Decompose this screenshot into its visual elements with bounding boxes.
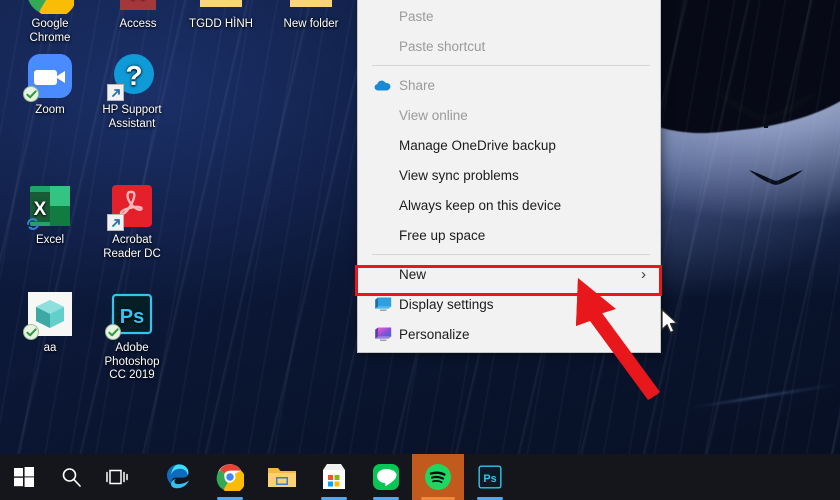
- hp-support-icon: ?: [107, 52, 156, 101]
- search-icon: [62, 468, 81, 487]
- context-menu-item-label: New: [399, 266, 427, 282]
- desktop-icon-zoom[interactable]: Zoom: [4, 52, 96, 118]
- context-menu-item-share[interactable]: Share: [358, 70, 660, 100]
- context-menu-item-label: Paste shortcut: [399, 38, 486, 54]
- excel-icon: X: [26, 182, 74, 230]
- context-menu-item-view-sync-problems[interactable]: View sync problems: [358, 160, 660, 190]
- windows-logo-icon: [14, 467, 34, 487]
- desktop-icon-label: Google Chrome: [29, 18, 71, 44]
- desktop-icon-label: New folder: [283, 18, 339, 30]
- taskbar-spotify[interactable]: [412, 454, 464, 500]
- edge-icon: [167, 464, 189, 489]
- context-menu-item-view-online[interactable]: View online: [358, 100, 660, 130]
- mouse-cursor-icon: [661, 308, 678, 334]
- sync-check-badge: [105, 324, 121, 340]
- taskbar-google-chrome[interactable]: [204, 454, 256, 500]
- context-menu-item-paste-shortcut[interactable]: Paste shortcut: [358, 31, 660, 61]
- desktop-icon-new-folder[interactable]: New folder: [265, 0, 357, 32]
- access-icon: A: [114, 0, 162, 14]
- taskbar-photoshop[interactable]: Ps: [464, 454, 516, 500]
- sync-check-badge: [23, 324, 39, 340]
- onedrive-cloud-icon: [372, 75, 394, 95]
- context-menu-item-label: View online: [399, 107, 468, 123]
- microsoft-store-icon: [323, 464, 345, 489]
- taskbar-microsoft-store[interactable]: [308, 454, 360, 500]
- taskbar[interactable]: Ps: [0, 454, 840, 500]
- desktop-icon-aa[interactable]: aa: [4, 290, 96, 356]
- monitor-purple-icon: [372, 324, 394, 344]
- context-menu-item-label: Free up space: [399, 227, 486, 243]
- desktop-icon-label: aa: [43, 342, 57, 354]
- desktop-icon-label: Excel: [35, 234, 65, 246]
- folder-icon: [197, 0, 245, 14]
- desktop-icon-label: HP Support Assistant: [102, 104, 162, 130]
- taskbar-microsoft-edge[interactable]: [152, 454, 204, 500]
- context-menu-separator: [372, 254, 650, 255]
- taskbar-line[interactable]: [360, 454, 412, 500]
- line-icon: [373, 464, 399, 490]
- desktop-icon-adobe-photoshop-cc-2019[interactable]: Ps Adobe Photoshop CC 2019: [86, 290, 178, 383]
- svg-text:A: A: [131, 0, 145, 4]
- desktop-icon-hp-support-assistant[interactable]: ? HP Support Assistant: [86, 52, 178, 131]
- svg-text:Ps: Ps: [483, 473, 496, 485]
- taskbar-task-view-button[interactable]: [94, 454, 140, 500]
- desktop-icon-excel[interactable]: X Excel: [4, 182, 96, 248]
- monitor-blue-icon: [372, 294, 394, 314]
- desktop-icon-tgdd-hinh[interactable]: TGDD HÌNH: [175, 0, 267, 32]
- svg-text:?: ?: [125, 60, 142, 91]
- file-explorer-icon: [268, 468, 296, 487]
- desktop-icon-label: Zoom: [35, 104, 65, 116]
- desktop-icon-label: Access: [119, 18, 157, 30]
- sync-check-badge: [23, 86, 39, 102]
- taskbar-start-button[interactable]: [0, 454, 48, 500]
- context-menu-item-paste[interactable]: Paste: [358, 1, 660, 31]
- photoshop-icon: Ps: [105, 290, 156, 340]
- spotify-icon: [425, 464, 451, 490]
- desktop-icon-label: TGDD HÌNH: [189, 18, 253, 30]
- context-menu-item-label: Paste: [399, 8, 434, 24]
- chrome-icon: [216, 464, 244, 491]
- context-menu-item-always-keep-on-this-device[interactable]: Always keep on this device: [358, 190, 660, 220]
- desktop-icon-google-chrome[interactable]: Google Chrome: [4, 0, 96, 45]
- svg-text:Ps: Ps: [120, 306, 144, 328]
- cube-icon: [23, 290, 74, 340]
- context-menu-item-label: View sync problems: [399, 167, 519, 183]
- zoom-icon: [23, 52, 74, 102]
- context-menu-item-manage-onedrive-backup[interactable]: Manage OneDrive backup: [358, 130, 660, 160]
- context-menu-separator: [372, 65, 650, 66]
- context-menu-item-label: Always keep on this device: [399, 197, 562, 213]
- photoshop-icon: Ps: [478, 465, 502, 489]
- desktop-icon-label: Adobe Photoshop CC 2019: [104, 342, 160, 381]
- folder-icon: [287, 0, 335, 14]
- context-menu-item-label: Manage OneDrive backup: [399, 137, 556, 153]
- desktop-screen: Google Chrome A Access TGDD HÌNH: [0, 0, 840, 500]
- sync-pending-badge: [24, 215, 41, 232]
- context-menu-item-free-up-space[interactable]: Free up space: [358, 220, 660, 250]
- taskbar-search-button[interactable]: [48, 454, 94, 500]
- chrome-icon: [26, 0, 76, 18]
- desktop-icon-access[interactable]: A Access: [92, 0, 184, 32]
- taskbar-spacer: [140, 454, 152, 500]
- desktop-icon-label: Acrobat Reader DC: [103, 234, 161, 260]
- shortcut-badge: [107, 214, 124, 231]
- task-view-icon: [106, 469, 128, 485]
- taskbar-file-explorer[interactable]: [256, 454, 308, 500]
- shortcut-badge: [107, 84, 124, 101]
- acrobat-icon: [107, 182, 156, 231]
- desktop-icon-acrobat-reader-dc[interactable]: Acrobat Reader DC: [86, 182, 178, 261]
